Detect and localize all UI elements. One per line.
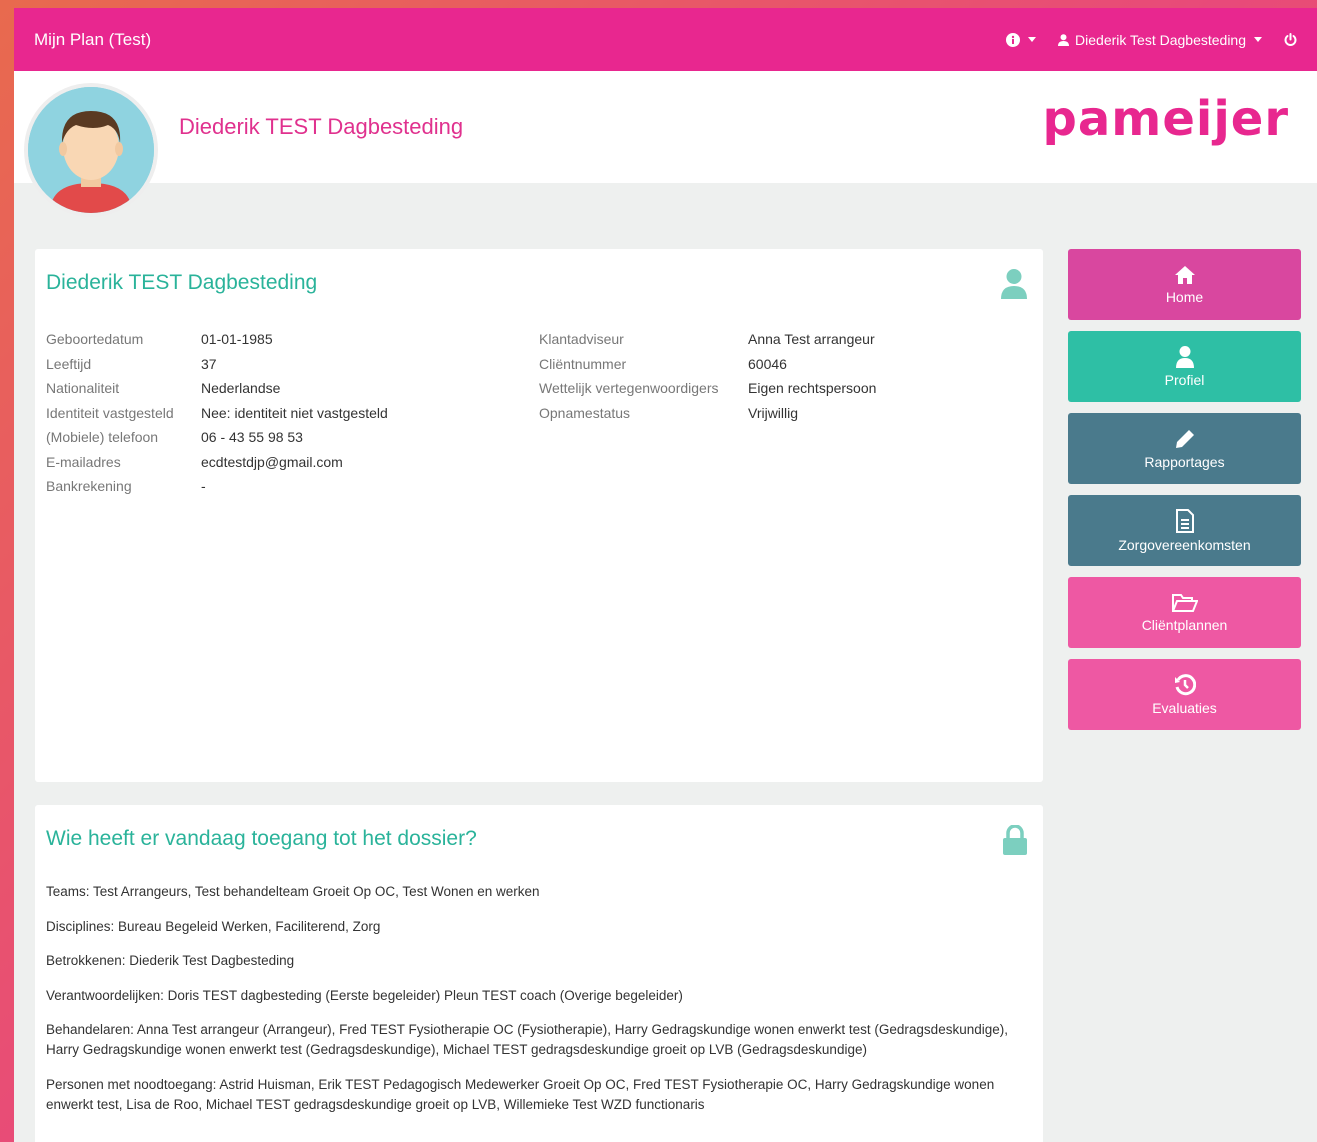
info-value: 01-01-1985 [201, 331, 273, 347]
access-verantwoordelijken: Verantwoordelijken: Doris TEST dagbested… [46, 987, 683, 1003]
info-value: 60046 [748, 355, 787, 372]
info-label: Nationaliteit [46, 380, 120, 396]
info-label: E-mailadres [46, 453, 121, 470]
sidebar-item-label: Zorgovereenkomsten [1118, 536, 1251, 553]
app-frame: Mijn Plan (Test) Diederik Test Dagbested… [14, 8, 1317, 1142]
client-name-heading: Diederik TEST Dagbesteding [179, 114, 464, 139]
user-menu[interactable]: Diederik Test Dagbesteding [1058, 32, 1262, 48]
info-value: Vrijwillig [748, 404, 799, 421]
access-teams: Teams: Test Arrangeurs, Test behandeltea… [46, 884, 540, 899]
info-row: Geboortedatum 01-01-1985 [46, 330, 388, 355]
access-list: Teams: Test Arrangeurs, Test behandeltea… [46, 882, 1013, 1129]
pencil-icon [1175, 429, 1194, 448]
access-card-title: Wie heeft er vandaag toegang tot het dos… [46, 827, 477, 850]
info-row: Identiteit vastgesteld Nee: identiteit n… [46, 404, 388, 429]
info-label: Leeftijd [46, 355, 92, 372]
profile-info-right: Klantadviseur Anna Test arrangeur Cliënt… [539, 330, 876, 428]
avatar-illustration [28, 87, 154, 213]
sidebar-item-profiel[interactable]: Profiel [1068, 331, 1301, 402]
navbar-right: Diederik Test Dagbesteding [1006, 32, 1297, 48]
avatar [24, 83, 158, 217]
info-label: Identiteit vastgesteld [46, 404, 174, 421]
profile-card: Diederik TEST Dagbesteding Geboortedatum… [35, 249, 1043, 782]
info-row: Nationaliteit Nederlandse [46, 379, 388, 404]
info-row: (Mobiele) telefoon 06 - 43 55 98 53 [46, 428, 388, 453]
info-value: Nederlandse [201, 380, 281, 396]
info-value: Eigen rechtspersoon [748, 380, 877, 396]
sidebar-item-label: Home [1165, 288, 1204, 305]
history-icon [1174, 673, 1196, 695]
document-icon [1175, 508, 1194, 533]
info-value: Anna Test arrangeur [748, 331, 875, 347]
info-menu[interactable] [1006, 32, 1037, 47]
info-label: Opnamestatus [539, 404, 631, 421]
chevron-down-icon [1254, 37, 1262, 42]
sidebar-item-label: Profiel [1164, 371, 1205, 388]
info-label: Bankrekening [46, 478, 132, 494]
top-navbar: Mijn Plan (Test) Diederik Test Dagbested… [14, 8, 1317, 71]
power-icon [1284, 33, 1297, 46]
info-value: ecdtestdjp@gmail.com [201, 453, 343, 470]
sidebar-item-home[interactable]: Home [1068, 249, 1301, 320]
user-menu-label: Diederik Test Dagbesteding [1075, 31, 1246, 48]
sidebar-item-evaluaties[interactable]: Evaluaties [1068, 659, 1301, 730]
access-betrokkenen: Betrokkenen: Diederik Test Dagbesteding [46, 953, 295, 968]
sidebar-item-zorgovereenkomsten[interactable]: Zorgovereenkomsten [1068, 495, 1301, 566]
folder-open-icon [1171, 593, 1198, 612]
info-icon [1006, 32, 1021, 47]
info-row: Leeftijd 37 [46, 355, 388, 380]
info-row: Cliëntnummer 60046 [539, 355, 876, 380]
info-row: Klantadviseur Anna Test arrangeur [539, 330, 876, 355]
brand-title[interactable]: Mijn Plan (Test) [34, 30, 151, 50]
sidebar-nav: Home Profiel Rapportages Zorgovereenkoms… [1068, 249, 1301, 741]
profile-card-title: Diederik TEST Dagbesteding [46, 271, 318, 294]
chevron-down-icon [1028, 37, 1037, 42]
pameijer-logo: pameijer [1042, 91, 1289, 147]
info-value: - [201, 478, 206, 494]
sidebar-item-label: Rapportages [1144, 453, 1225, 470]
info-value: 06 - 43 55 98 53 [201, 429, 303, 445]
user-icon [1058, 33, 1070, 46]
info-row: Opnamestatus Vrijwillig [539, 404, 876, 429]
logout-button[interactable] [1284, 33, 1297, 46]
info-value: 37 [201, 355, 217, 372]
info-label: Wettelijk vertegenwoordigers [539, 380, 719, 396]
client-header: Diederik TEST Dagbesteding pameijer [14, 71, 1317, 217]
info-value: Nee: identiteit niet vastgesteld [201, 404, 388, 421]
info-label: Cliëntnummer [539, 355, 627, 372]
user-icon [1175, 345, 1194, 368]
sidebar-item-clientplannen[interactable]: Cliëntplannen [1068, 577, 1301, 648]
user-icon [1001, 269, 1027, 302]
info-label: Geboortedatum [46, 331, 144, 347]
home-icon [1174, 265, 1195, 284]
profile-info-left: Geboortedatum 01-01-1985 Leeftijd 37 Nat… [46, 330, 388, 502]
access-card: Wie heeft er vandaag toegang tot het dos… [35, 805, 1043, 1142]
info-row: E-mailadres ecdtestdjp@gmail.com [46, 453, 388, 478]
sidebar-item-rapportages[interactable]: Rapportages [1068, 413, 1301, 484]
lock-icon [1003, 824, 1027, 858]
info-label: Klantadviseur [539, 331, 624, 347]
info-row: Wettelijk vertegenwoordigers Eigen recht… [539, 379, 876, 404]
access-noodtoegang: Personen met noodtoegang: Astrid Huisman… [46, 1076, 995, 1112]
info-row: Bankrekening - [46, 477, 388, 502]
access-behandelaren: Behandelaren: Anna Test arrangeur (Arran… [46, 1022, 1008, 1057]
info-label: (Mobiele) telefoon [46, 429, 159, 445]
sidebar-item-label: Evaluaties [1152, 699, 1217, 716]
access-disciplines: Disciplines: Bureau Begeleid Werken, Fac… [46, 918, 381, 934]
sidebar-item-label: Cliëntplannen [1141, 616, 1228, 633]
